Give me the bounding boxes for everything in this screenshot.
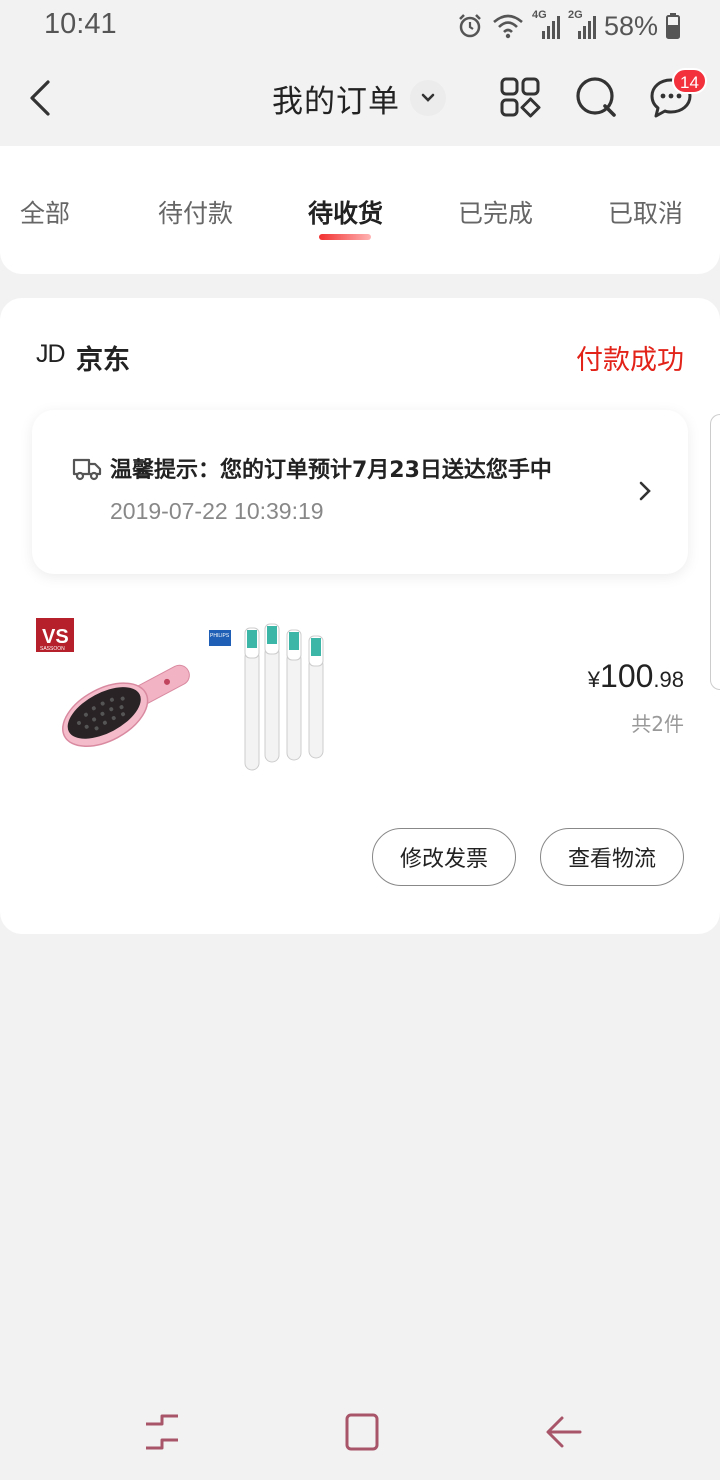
alarm-icon bbox=[459, 14, 481, 38]
system-nav-bar bbox=[0, 1380, 720, 1480]
tab-all[interactable]: 全部 bbox=[20, 194, 70, 230]
delivery-notice-text: 温馨提示：您的订单预计7月23日送达您手中 bbox=[110, 458, 552, 483]
status-bar: 10:41 4G 2G 58% bbox=[0, 0, 720, 52]
signal-bars-icon bbox=[577, 16, 596, 39]
active-tab-indicator bbox=[319, 234, 371, 240]
battery-icon bbox=[666, 13, 680, 39]
network-4g-signal: 4G bbox=[532, 9, 560, 41]
tab-pending-receipt[interactable]: 待收货 bbox=[308, 194, 383, 230]
tab-completed[interactable]: 已完成 bbox=[458, 194, 533, 230]
recent-apps-icon[interactable] bbox=[140, 1410, 184, 1454]
wifi-icon bbox=[493, 14, 523, 39]
hair-brush-product-image[interactable]: VS SASSOON bbox=[32, 610, 192, 778]
brand-philips-label: PHILIPS bbox=[210, 633, 230, 639]
tab-pending-payment[interactable]: 待付款 bbox=[158, 194, 233, 230]
grid-menu-icon[interactable] bbox=[497, 74, 543, 120]
status-time: 10:41 bbox=[44, 8, 117, 40]
delivery-notice[interactable]: 温馨提示：您的订单预计7月23日送达您手中 2019-07-22 10:39:1… bbox=[32, 410, 688, 574]
header: 我的订单 14 bbox=[0, 52, 720, 146]
item-count: 共2件 bbox=[631, 712, 684, 736]
brand-vs-subtitle: SASSOON bbox=[40, 646, 65, 652]
scroll-handle[interactable] bbox=[710, 414, 720, 690]
brand-vs-label: VS bbox=[42, 626, 69, 648]
page-title: 我的订单 bbox=[272, 83, 400, 120]
chevron-down-icon bbox=[410, 80, 446, 116]
status-icons: 4G 2G 58% bbox=[456, 8, 680, 44]
view-logistics-button[interactable]: 查看物流 bbox=[540, 828, 684, 886]
modify-invoice-button[interactable]: 修改发票 bbox=[372, 828, 516, 886]
back-arrow-icon[interactable] bbox=[20, 74, 60, 122]
price-currency: ¥ bbox=[587, 667, 601, 692]
price-integer: 100 bbox=[600, 658, 654, 694]
shop-name[interactable]: 京东 bbox=[76, 338, 130, 377]
battery-percent: 58% bbox=[603, 10, 658, 41]
delivery-truck-icon bbox=[72, 458, 102, 481]
order-card[interactable]: JD 京东 付款成功 温馨提示：您的订单预计7月23日送达您手中 2019-07… bbox=[0, 298, 720, 934]
order-price: ¥100.98 bbox=[588, 658, 684, 695]
network-2g-signal: 2G bbox=[568, 9, 596, 41]
message-count-badge: 14 bbox=[672, 68, 707, 94]
jd-logo: JD bbox=[36, 340, 66, 368]
toothbrush-heads-product-image[interactable]: PHILIPS bbox=[205, 610, 365, 778]
back-nav-icon[interactable] bbox=[542, 1410, 586, 1454]
order-status: 付款成功 bbox=[576, 345, 684, 376]
delivery-notice-time: 2019-07-22 10:39:19 bbox=[110, 498, 324, 524]
home-icon[interactable] bbox=[340, 1410, 384, 1454]
search-icon[interactable] bbox=[573, 74, 619, 120]
price-decimal: .98 bbox=[653, 667, 684, 692]
signal-bars-icon bbox=[541, 16, 560, 39]
order-tabs: 全部 待付款 待收货 已完成 已取消 bbox=[0, 146, 720, 274]
chevron-right-icon bbox=[639, 481, 651, 501]
tab-cancelled[interactable]: 已取消 bbox=[608, 194, 683, 230]
title-dropdown[interactable]: 我的订单 bbox=[272, 76, 446, 120]
